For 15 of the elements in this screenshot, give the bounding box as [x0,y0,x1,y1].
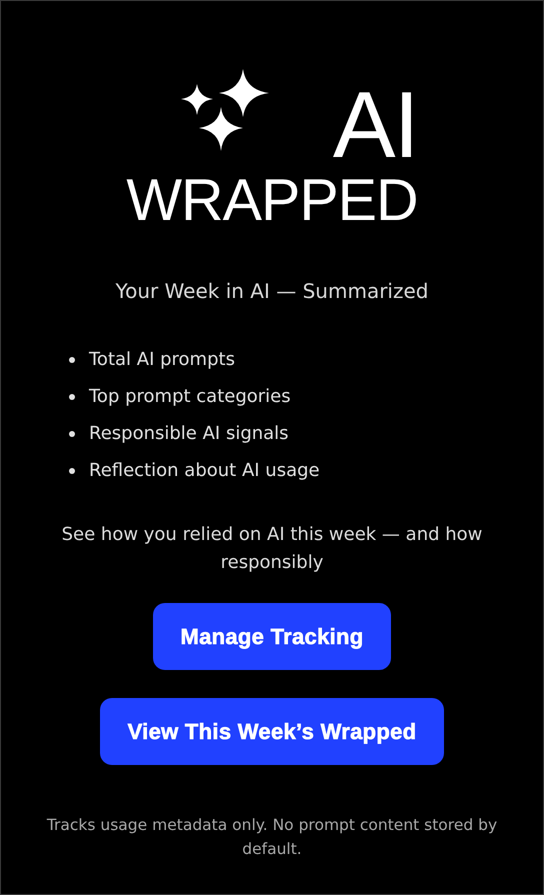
logo-subtitle: WRAPPED [126,171,418,229]
feature-item: Reflection about AI usage [89,459,320,483]
feature-item: Total AI prompts [89,348,235,372]
feature-item: Responsible AI signals [89,422,289,446]
feature-item: Top prompt categories [89,385,291,409]
bullet-icon [69,394,75,400]
description: See how you relied on AI this week — and how responsibly [60,523,484,575]
bullet-icon [69,431,75,437]
logo-title: AI [332,85,418,165]
manage-tracking-button[interactable]: Manage Tracking [153,603,390,670]
tagline: Your Week in AI — Summarized [116,279,428,303]
view-wrapped-button[interactable]: View This Week’s Wrapped [100,698,444,765]
bullet-icon [69,468,75,474]
privacy-note: Tracks usage metadata only. No prompt content stored by default. [46,815,498,860]
bullet-icon [69,357,75,363]
